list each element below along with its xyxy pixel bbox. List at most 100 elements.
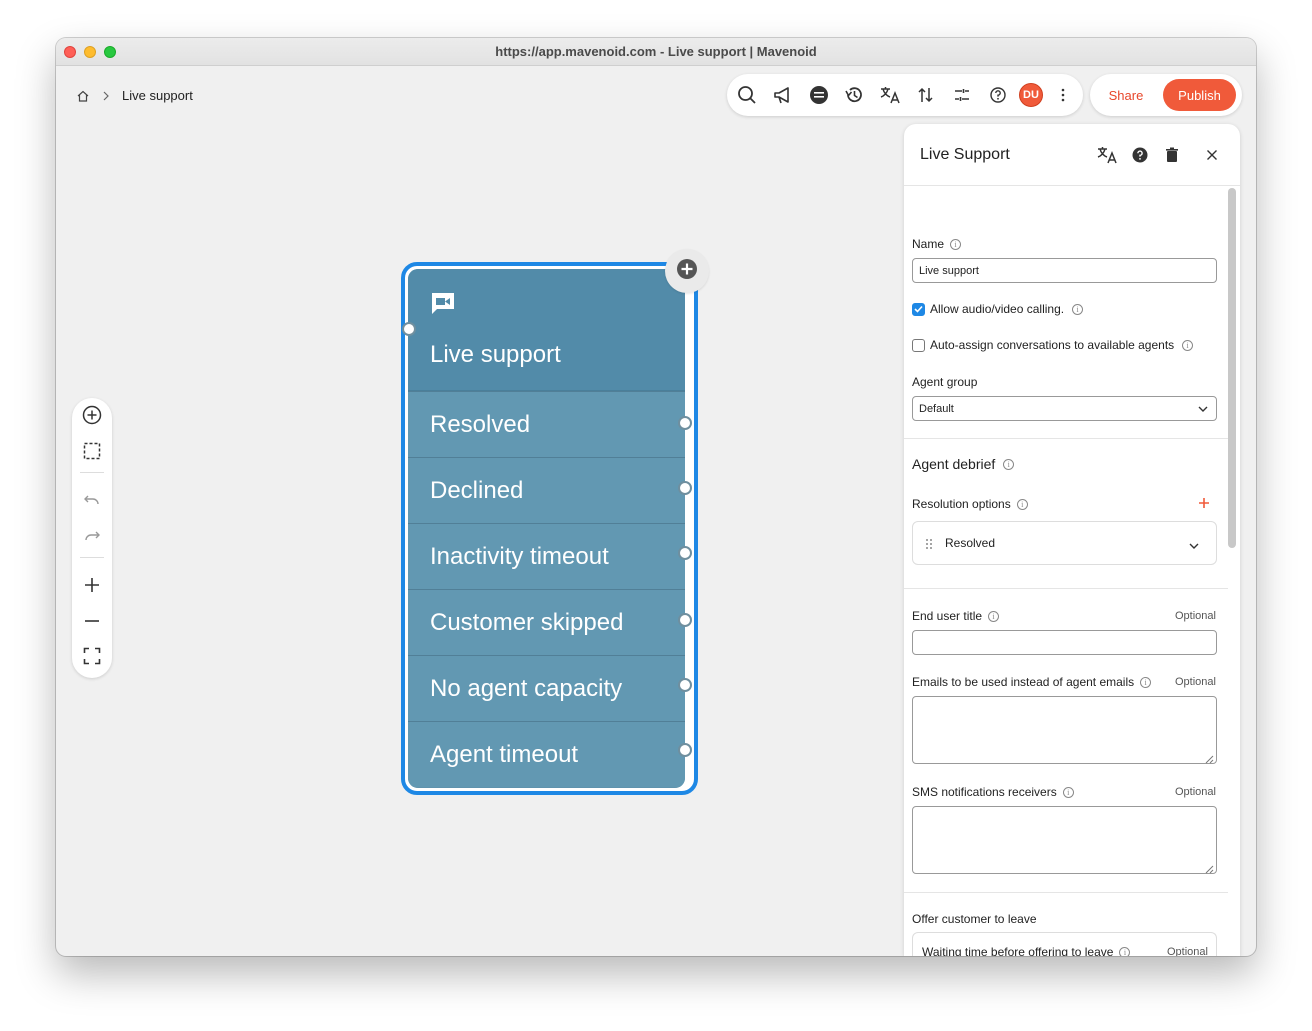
auto-assign-checkbox[interactable] <box>912 338 925 352</box>
select-area-icon[interactable] <box>80 439 104 463</box>
add-node-button[interactable] <box>665 249 709 293</box>
history-icon[interactable] <box>842 83 866 107</box>
zoom-in-icon[interactable] <box>80 573 104 597</box>
fit-screen-icon[interactable] <box>80 644 104 668</box>
title-bar: https://app.mavenoid.com - Live support … <box>56 38 1256 66</box>
resize-grip-icon[interactable] <box>1204 751 1214 764</box>
node-outcome[interactable]: No agent capacity <box>408 655 685 721</box>
node-outcome[interactable]: Resolved <box>408 391 685 457</box>
name-label: Name i <box>912 237 962 251</box>
info-icon[interactable]: i <box>1182 339 1194 351</box>
auto-assign-row[interactable]: Auto-assign conversations to available a… <box>912 338 1194 352</box>
node-outcome[interactable]: Inactivity timeout <box>408 523 685 589</box>
sort-icon[interactable] <box>914 83 938 107</box>
node-outcome-label: Inactivity timeout <box>430 543 609 570</box>
optional-label: Optional <box>1175 676 1216 688</box>
section-divider <box>904 438 1228 439</box>
panel-header: Live Support <box>904 124 1240 186</box>
undo-icon[interactable] <box>80 488 104 512</box>
node-body: Live support Resolved Declined Inactivit… <box>408 269 685 788</box>
info-icon[interactable]: i <box>1072 303 1084 315</box>
node-outcome[interactable]: Agent timeout <box>408 721 685 787</box>
properties-panel: Live Support Name i Allow <box>904 124 1240 956</box>
breadcrumb: Live support <box>76 88 193 103</box>
node-outcome-label: No agent capacity <box>430 675 623 702</box>
emails-label-text: Emails to be used instead of agent email… <box>912 675 1135 689</box>
end-user-title-text: End user title <box>912 609 983 623</box>
add-circle-icon[interactable] <box>80 403 104 427</box>
waiting-time-card: Waiting time before offering to leave i … <box>912 932 1217 956</box>
resolution-option-label: Resolved <box>945 536 996 550</box>
sms-label-text: SMS notifications receivers <box>912 785 1057 799</box>
megaphone-icon[interactable] <box>771 83 795 107</box>
offer-leave-title: Offer customer to leave <box>912 912 1037 926</box>
info-icon[interactable]: i <box>1062 786 1074 798</box>
editor-toolbar: DU <box>727 74 1083 116</box>
auto-assign-label: Auto-assign conversations to available a… <box>930 338 1175 352</box>
redo-icon[interactable] <box>80 524 104 548</box>
node-outcome-label: Declined <box>430 477 524 504</box>
resolution-options-text: Resolution options <box>912 497 1011 511</box>
waiting-time-label: Waiting time before offering to leave i <box>922 945 1131 956</box>
node-title: Live support <box>430 341 561 368</box>
outcome-output-handle[interactable] <box>678 481 692 495</box>
info-icon[interactable]: i <box>1119 946 1131 956</box>
window-title: https://app.mavenoid.com - Live support … <box>495 44 817 59</box>
info-icon[interactable]: i <box>988 610 1000 622</box>
info-icon[interactable]: i <box>1003 458 1015 470</box>
chat-icon[interactable] <box>807 83 831 107</box>
panel-scrollbar[interactable] <box>1228 188 1236 548</box>
breadcrumb-current: Live support <box>122 88 193 103</box>
tune-icon[interactable] <box>950 83 974 107</box>
sms-textarea[interactable] <box>912 806 1217 874</box>
end-user-title-input[interactable] <box>912 630 1217 655</box>
allow-av-checkbox[interactable] <box>912 302 925 316</box>
help-icon[interactable] <box>1129 144 1151 166</box>
home-icon[interactable] <box>76 89 90 103</box>
publish-button[interactable]: Publish <box>1163 79 1236 111</box>
share-button[interactable]: Share <box>1096 79 1156 111</box>
node-outcome[interactable]: Declined <box>408 457 685 523</box>
node-outcome-label: Customer skipped <box>430 609 624 636</box>
drag-handle-icon[interactable] <box>925 537 933 555</box>
node-outcome-label: Resolved <box>430 411 531 438</box>
more-icon[interactable] <box>1051 83 1075 107</box>
agent-group-value: Default <box>919 403 954 415</box>
name-input[interactable] <box>912 258 1217 283</box>
help-icon[interactable] <box>986 83 1010 107</box>
section-divider <box>904 588 1228 589</box>
publish-actions: Share Publish <box>1090 74 1242 116</box>
outcome-output-handle[interactable] <box>678 678 692 692</box>
plus-circle-icon <box>675 257 699 286</box>
agent-debrief-heading: Agent debrief i <box>912 456 1015 472</box>
node-input-handle[interactable] <box>402 322 416 336</box>
outcome-output-handle[interactable] <box>678 743 692 757</box>
panel-title: Live Support <box>920 146 1010 163</box>
info-icon[interactable]: i <box>950 238 962 250</box>
translate-icon[interactable] <box>1096 144 1118 166</box>
chevron-down-icon[interactable] <box>1189 537 1199 555</box>
search-icon[interactable] <box>735 83 759 107</box>
close-icon[interactable] <box>1201 144 1223 166</box>
trash-icon[interactable] <box>1161 144 1183 166</box>
emails-textarea[interactable] <box>912 696 1217 764</box>
section-divider <box>904 892 1228 893</box>
outcome-output-handle[interactable] <box>678 416 692 430</box>
live-support-node[interactable]: Live support Resolved Declined Inactivit… <box>401 262 698 795</box>
optional-label: Optional <box>1175 610 1216 622</box>
outcome-output-handle[interactable] <box>678 546 692 560</box>
info-icon[interactable]: i <box>1140 676 1152 688</box>
info-icon[interactable]: i <box>1016 498 1028 510</box>
outcome-output-handle[interactable] <box>678 613 692 627</box>
chevron-down-icon <box>1198 404 1208 416</box>
resize-grip-icon[interactable] <box>1204 861 1214 874</box>
resolution-option-card[interactable]: Resolved <box>912 521 1217 565</box>
translate-icon[interactable] <box>878 83 902 107</box>
allow-av-calling-row[interactable]: Allow audio/video calling. i <box>912 302 1084 316</box>
user-avatar[interactable]: DU <box>1019 83 1043 107</box>
node-outcome[interactable]: Customer skipped <box>408 589 685 655</box>
add-option-icon[interactable] <box>1198 496 1210 514</box>
node-header: Live support <box>408 269 685 391</box>
zoom-out-icon[interactable] <box>80 609 104 633</box>
agent-group-select[interactable]: Default <box>912 396 1217 421</box>
